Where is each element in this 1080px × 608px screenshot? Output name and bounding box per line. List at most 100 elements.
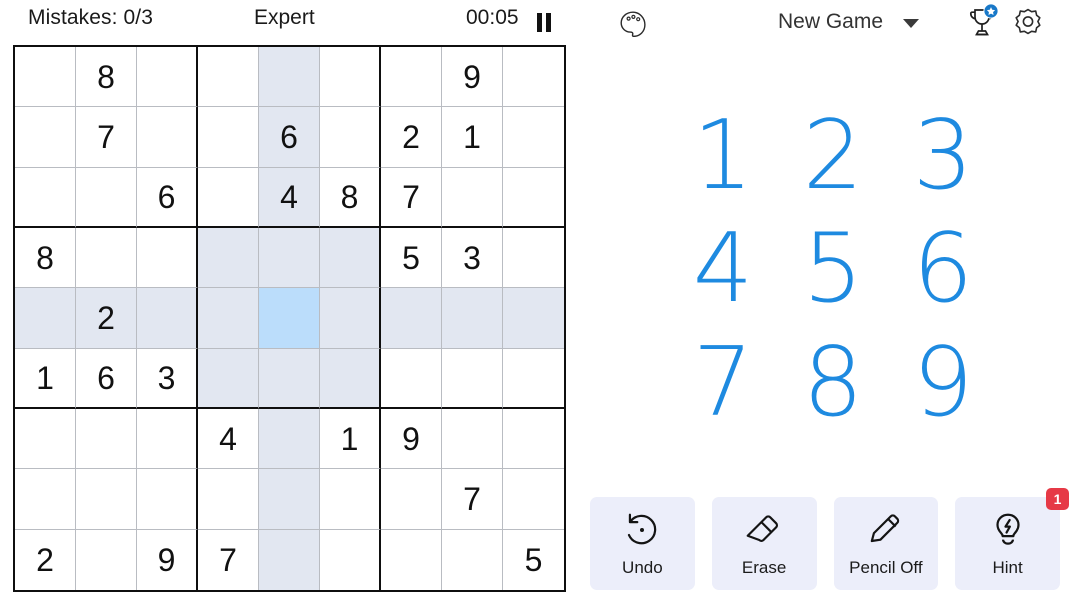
cell-r7c2[interactable] <box>76 408 137 470</box>
cell-r1c4[interactable] <box>198 47 259 108</box>
cell-r8c9[interactable] <box>503 469 564 530</box>
cell-r9c6[interactable] <box>320 529 381 590</box>
cell-r5c1[interactable] <box>15 288 76 349</box>
numpad-key-2[interactable]: 2 <box>778 100 888 213</box>
cell-r5c4[interactable] <box>198 288 259 349</box>
cell-r5c6[interactable] <box>320 288 381 349</box>
cell-r3c4[interactable] <box>198 167 259 228</box>
cell-r4c2[interactable] <box>76 227 137 289</box>
cell-r5c8[interactable] <box>442 288 503 349</box>
cell-r4c5[interactable] <box>259 227 320 289</box>
cell-r9c2[interactable] <box>76 529 137 590</box>
cell-r7c4[interactable]: 4 <box>198 408 259 470</box>
cell-r6c2[interactable]: 6 <box>76 348 137 409</box>
cell-r8c3[interactable] <box>137 469 198 530</box>
cell-r6c9[interactable] <box>503 348 564 409</box>
cell-r2c6[interactable] <box>320 107 381 168</box>
cell-r9c1[interactable]: 2 <box>15 529 76 590</box>
cell-r1c3[interactable] <box>137 47 198 108</box>
cell-r8c6[interactable] <box>320 469 381 530</box>
cell-r4c3[interactable] <box>137 227 198 289</box>
cell-r8c4[interactable] <box>198 469 259 530</box>
numpad-key-1[interactable]: 1 <box>668 100 778 213</box>
cell-r1c8[interactable]: 9 <box>442 47 503 108</box>
cell-r2c3[interactable] <box>137 107 198 168</box>
cell-r7c6[interactable]: 1 <box>320 408 381 470</box>
palette-icon[interactable] <box>616 7 650 39</box>
cell-r6c8[interactable] <box>442 348 503 409</box>
pencil-button[interactable]: Pencil Off <box>833 497 939 590</box>
numpad-key-5[interactable]: 5 <box>778 213 888 326</box>
cell-r9c4[interactable]: 7 <box>198 529 259 590</box>
cell-r9c9[interactable]: 5 <box>503 529 564 590</box>
cell-r7c7[interactable]: 9 <box>381 408 442 470</box>
cell-r6c5[interactable] <box>259 348 320 409</box>
numpad-key-4[interactable]: 4 <box>668 213 778 326</box>
pause-icon[interactable] <box>533 11 555 33</box>
cell-r1c9[interactable] <box>503 47 564 108</box>
cell-r6c6[interactable] <box>320 348 381 409</box>
cell-r6c4[interactable] <box>198 348 259 409</box>
cell-r4c9[interactable] <box>503 227 564 289</box>
cell-r7c9[interactable] <box>503 408 564 470</box>
numpad-key-3[interactable]: 3 <box>888 100 998 213</box>
numpad-key-8[interactable]: 8 <box>778 327 888 440</box>
cell-r9c8[interactable] <box>442 529 503 590</box>
cell-r8c1[interactable] <box>15 469 76 530</box>
cell-r5c7[interactable] <box>381 288 442 349</box>
cell-r4c7[interactable]: 5 <box>381 227 442 289</box>
cell-r8c5[interactable] <box>259 469 320 530</box>
cell-r7c1[interactable] <box>15 408 76 470</box>
cell-r2c7[interactable]: 2 <box>381 107 442 168</box>
cell-r5c2[interactable]: 2 <box>76 288 137 349</box>
trophy-icon[interactable] <box>965 4 1001 42</box>
cell-r1c5[interactable] <box>259 47 320 108</box>
cell-r6c1[interactable]: 1 <box>15 348 76 409</box>
cell-r1c7[interactable] <box>381 47 442 108</box>
cell-r2c1[interactable] <box>15 107 76 168</box>
cell-r5c9[interactable] <box>503 288 564 349</box>
cell-r7c3[interactable] <box>137 408 198 470</box>
cell-r4c1[interactable]: 8 <box>15 227 76 289</box>
cell-r9c7[interactable] <box>381 529 442 590</box>
cell-r5c3[interactable] <box>137 288 198 349</box>
cell-r6c3[interactable]: 3 <box>137 348 198 409</box>
cell-r3c9[interactable] <box>503 167 564 228</box>
cell-r1c1[interactable] <box>15 47 76 108</box>
cell-r3c2[interactable] <box>76 167 137 228</box>
cell-r2c2[interactable]: 7 <box>76 107 137 168</box>
cell-r9c3[interactable]: 9 <box>137 529 198 590</box>
undo-button[interactable]: Undo <box>590 497 695 590</box>
cell-r7c8[interactable] <box>442 408 503 470</box>
cell-r8c8[interactable]: 7 <box>442 469 503 530</box>
lightbulb-button[interactable]: Hint 1 <box>955 488 1069 590</box>
cell-r7c5[interactable] <box>259 408 320 470</box>
cell-r2c9[interactable] <box>503 107 564 168</box>
cell-r4c4[interactable] <box>198 227 259 289</box>
cell-r3c1[interactable] <box>15 167 76 228</box>
numpad-key-7[interactable]: 7 <box>668 327 778 440</box>
cell-r3c6[interactable]: 8 <box>320 167 381 228</box>
numpad-key-6[interactable]: 6 <box>888 213 998 326</box>
numpad-key-9[interactable]: 9 <box>888 327 998 440</box>
cell-r5c5[interactable] <box>259 288 320 349</box>
cell-r4c6[interactable] <box>320 227 381 289</box>
cell-r4c8[interactable]: 3 <box>442 227 503 289</box>
cell-r2c5[interactable]: 6 <box>259 107 320 168</box>
cell-r1c6[interactable] <box>320 47 381 108</box>
cell-r2c4[interactable] <box>198 107 259 168</box>
new-game-dropdown[interactable]: New Game <box>778 10 920 34</box>
cell-r3c5[interactable]: 4 <box>259 167 320 228</box>
cell-r8c7[interactable] <box>381 469 442 530</box>
cell-r9c5[interactable] <box>259 529 320 590</box>
cell-r6c7[interactable] <box>381 348 442 409</box>
eraser-button[interactable]: Erase <box>711 497 817 590</box>
cell-r3c8[interactable] <box>442 167 503 228</box>
gear-icon[interactable] <box>1012 7 1044 39</box>
cell-r1c2[interactable]: 8 <box>76 47 137 108</box>
sudoku-grid[interactable]: 8976216487853216341972975 <box>13 45 566 592</box>
cell-r3c7[interactable]: 7 <box>381 167 442 228</box>
number-pad[interactable]: 123456789 <box>668 100 998 440</box>
cell-r3c3[interactable]: 6 <box>137 167 198 228</box>
cell-r8c2[interactable] <box>76 469 137 530</box>
